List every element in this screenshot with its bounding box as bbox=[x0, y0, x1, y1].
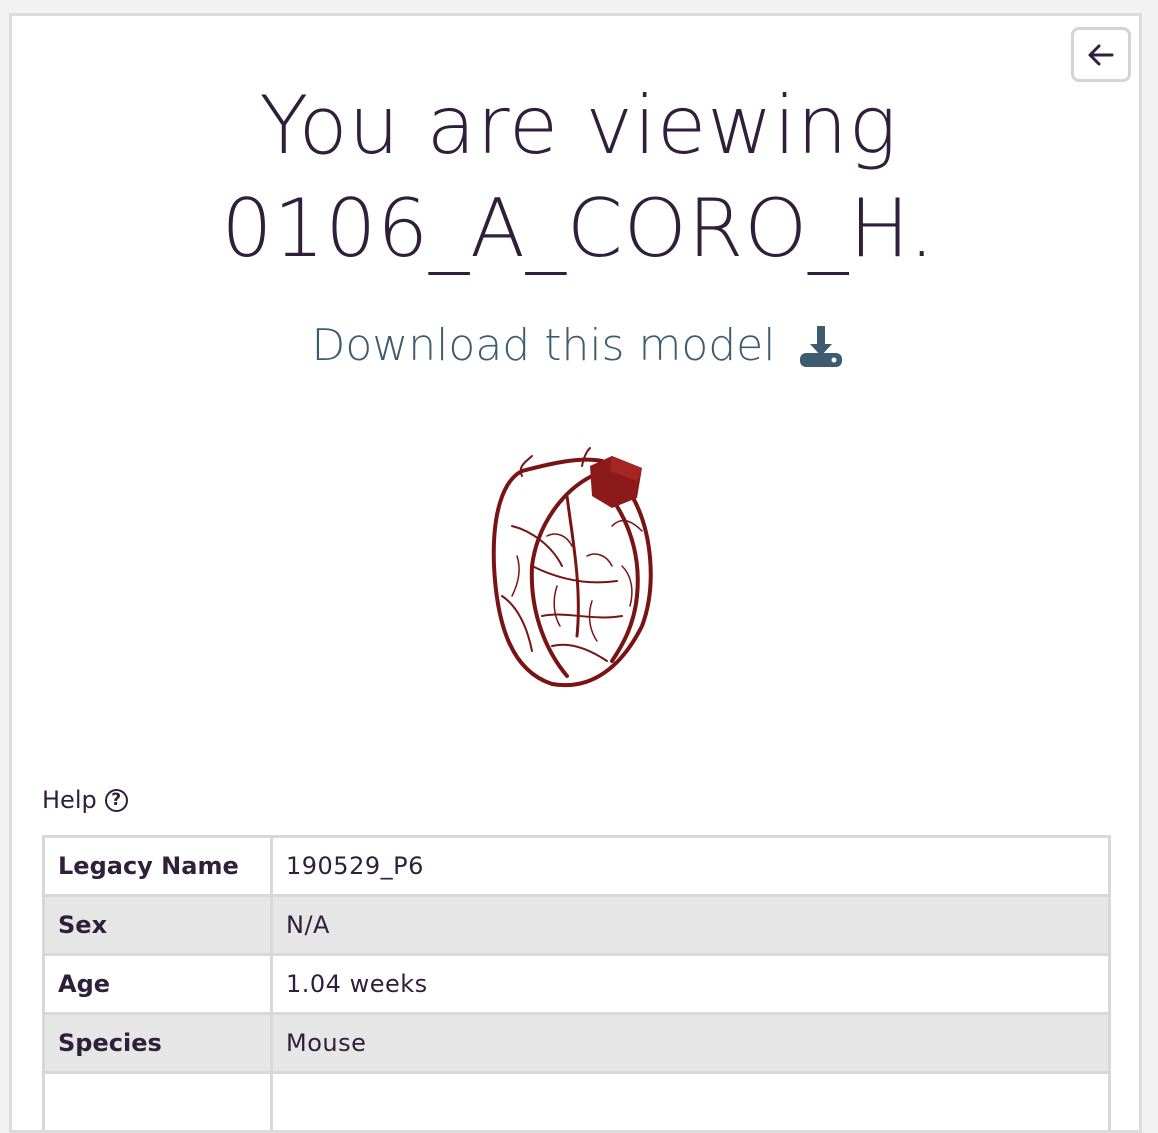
metadata-table: Legacy Name 190529_P6 Sex N/A Age 1.04 w… bbox=[42, 835, 1111, 1130]
help-link[interactable]: Help ? bbox=[42, 786, 128, 814]
arrow-left-icon bbox=[1088, 44, 1114, 65]
metadata-value: Mouse bbox=[270, 1012, 1111, 1074]
table-row: Species Mouse bbox=[42, 1012, 1111, 1074]
help-label: Help bbox=[42, 786, 97, 814]
metadata-value: 1.04 weeks bbox=[270, 953, 1111, 1015]
download-label: Download this model bbox=[311, 320, 776, 371]
question-circle-icon: ? bbox=[104, 788, 128, 812]
metadata-key bbox=[42, 1071, 273, 1130]
download-link[interactable]: Download this model bbox=[12, 316, 1139, 376]
metadata-value bbox=[270, 1071, 1111, 1130]
metadata-value: 190529_P6 bbox=[270, 835, 1111, 897]
table-row: Legacy Name 190529_P6 bbox=[42, 835, 1111, 897]
table-row: Age 1.04 weeks bbox=[42, 953, 1111, 1015]
title-line-2: 0106_A_CORO_H. bbox=[221, 182, 936, 275]
title-line-1: You are viewing bbox=[259, 79, 898, 172]
metadata-key: Species bbox=[42, 1012, 273, 1074]
heart-vessel-model[interactable] bbox=[472, 436, 672, 701]
metadata-key: Sex bbox=[42, 894, 273, 956]
metadata-key: Legacy Name bbox=[42, 835, 273, 897]
download-icon bbox=[800, 326, 843, 367]
metadata-value: N/A bbox=[270, 894, 1111, 956]
model-card: You are viewing 0106_A_CORO_H. Download … bbox=[9, 13, 1142, 1133]
metadata-key: Age bbox=[42, 953, 273, 1015]
page-title: You are viewing 0106_A_CORO_H. bbox=[12, 74, 1139, 280]
table-row: Sex N/A bbox=[42, 894, 1111, 956]
table-row bbox=[42, 1071, 1111, 1130]
